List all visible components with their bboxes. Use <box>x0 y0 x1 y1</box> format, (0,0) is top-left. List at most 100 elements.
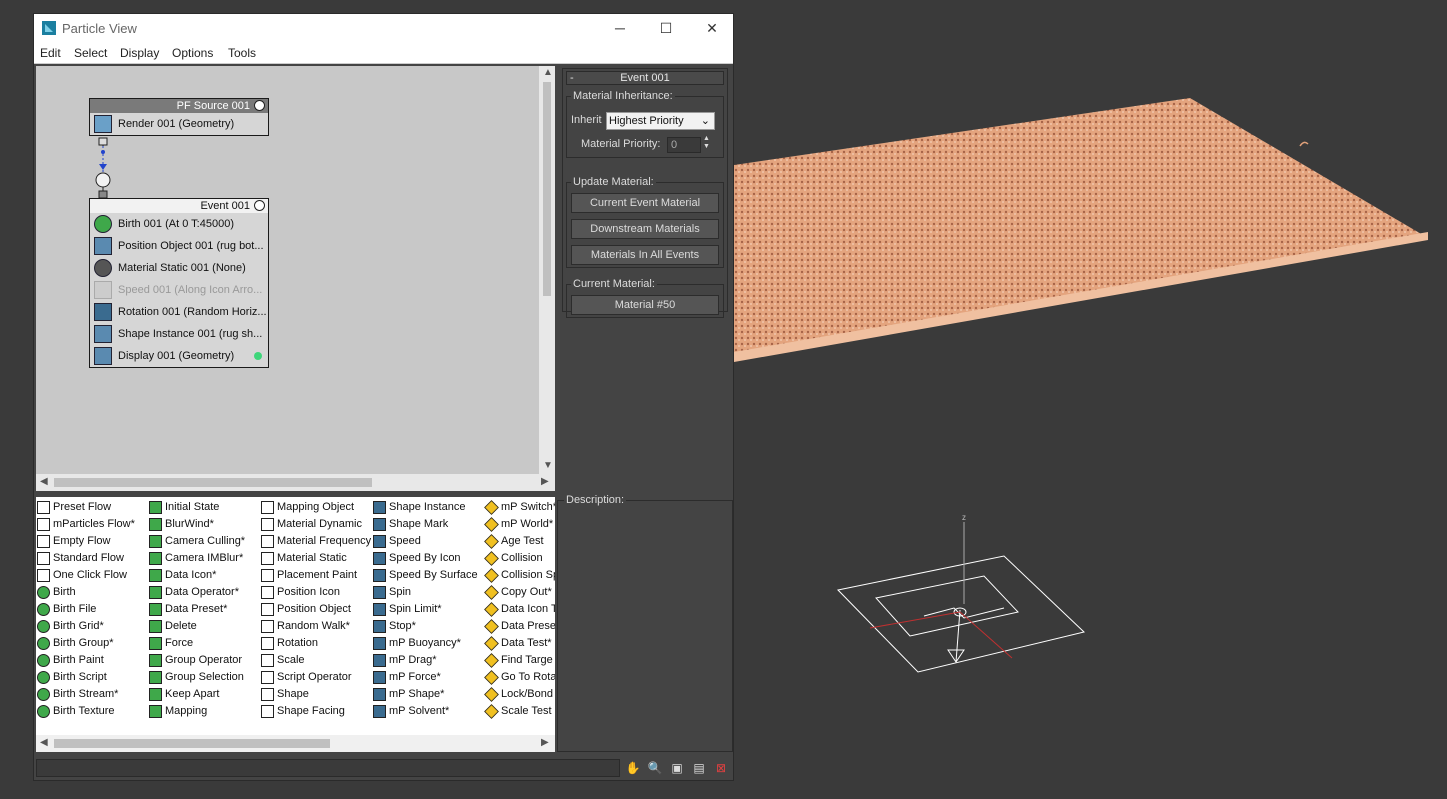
depot-item[interactable]: Placement Paint <box>260 567 371 584</box>
maximize-button[interactable]: ☐ <box>643 14 689 44</box>
depot-item[interactable]: Force <box>148 635 245 652</box>
scroll-left-arrow-icon[interactable]: ◀ <box>40 476 48 487</box>
depot-item[interactable]: Group Selection <box>148 669 245 686</box>
depot-item[interactable]: Collision <box>484 550 555 567</box>
depot-item[interactable]: Random Walk* <box>260 618 371 635</box>
operator-shape-instance[interactable]: Shape Instance 001 (rug sh... <box>90 323 268 345</box>
zoom-icon[interactable]: 🔍 <box>646 760 664 776</box>
operator-position-object[interactable]: Position Object 001 (rug bot... <box>90 235 268 257</box>
depot-item[interactable]: Delete <box>148 618 245 635</box>
scroll-up-arrow-icon[interactable]: ▲ <box>543 67 553 78</box>
depot-item[interactable]: Mapping <box>148 703 245 720</box>
downstream-materials-button[interactable]: Downstream Materials <box>571 219 719 239</box>
depot-item[interactable]: Speed By Surface <box>372 567 478 584</box>
depot-item[interactable]: Collision Sp <box>484 567 555 584</box>
current-material-button[interactable]: Material #50 <box>571 295 719 315</box>
depot-item[interactable]: Scale <box>260 652 371 669</box>
depot-item[interactable]: mP Force* <box>372 669 478 686</box>
viewport[interactable]: z <box>734 0 1447 796</box>
menu-display[interactable]: Display <box>120 46 159 60</box>
lightbulb-icon[interactable] <box>254 100 265 111</box>
depot-item[interactable]: Shape <box>260 686 371 703</box>
lightbulb-icon[interactable] <box>254 200 265 211</box>
depot-item[interactable]: Birth Texture <box>36 703 135 720</box>
operator-render[interactable]: Render 001 (Geometry) <box>90 113 268 135</box>
depot-item[interactable]: mP Buoyancy* <box>372 635 478 652</box>
operator-material-static[interactable]: Material Static 001 (None) <box>90 257 268 279</box>
depot-item[interactable]: mP World* <box>484 516 555 533</box>
pf-source-header[interactable]: PF Source 001 <box>90 99 268 113</box>
depot-item[interactable]: Material Static <box>260 550 371 567</box>
viewport-canvas[interactable]: z <box>734 0 1447 796</box>
particle-graph[interactable]: PF Source 001 Render 001 (Geometry) Even… <box>36 66 539 474</box>
depot-item[interactable]: Scale Test <box>484 703 555 720</box>
depot-item[interactable]: Birth Paint <box>36 652 135 669</box>
depot-item[interactable]: Birth Grid* <box>36 618 135 635</box>
close-button[interactable]: ✕ <box>689 14 735 44</box>
event-header[interactable]: Event 001 <box>90 199 268 213</box>
graph-vertical-scrollbar[interactable]: ▲ ▼ <box>539 66 555 474</box>
depot-item[interactable]: Position Object <box>260 601 371 618</box>
event-rollout-header[interactable]: - Event 001 <box>566 71 724 85</box>
pan-hand-icon[interactable]: ✋ <box>624 760 642 776</box>
depot-item[interactable]: Standard Flow <box>36 550 135 567</box>
graph-horizontal-scrollbar[interactable]: ◀ ▶ <box>36 474 555 491</box>
depot-item[interactable]: mP Solvent* <box>372 703 478 720</box>
operator-birth[interactable]: Birth 001 (At 0 T:45000) <box>90 213 268 235</box>
scroll-right-arrow-icon[interactable]: ▶ <box>541 476 549 487</box>
minimize-button[interactable]: ─ <box>597 14 643 44</box>
depot-item[interactable]: Birth <box>36 584 135 601</box>
depot-item[interactable]: Mapping Object <box>260 499 371 516</box>
depot-item[interactable]: Empty Flow <box>36 533 135 550</box>
depot-item[interactable]: BlurWind* <box>148 516 245 533</box>
depot-item[interactable]: Shape Mark <box>372 516 478 533</box>
scroll-left-arrow-icon[interactable]: ◀ <box>40 737 48 748</box>
depot-item[interactable]: Keep Apart <box>148 686 245 703</box>
depot-item[interactable]: Rotation <box>260 635 371 652</box>
operator-speed[interactable]: Speed 001 (Along Icon Arro... <box>90 279 268 301</box>
depot-item[interactable]: Data Test* <box>484 635 555 652</box>
title-bar[interactable]: Particle View ─ ☐ ✕ <box>34 14 733 44</box>
depot-item[interactable]: Lock/Bond <box>484 686 555 703</box>
zoom-region-icon[interactable]: ▣ <box>668 760 686 776</box>
event-node[interactable]: Event 001 Birth 001 (At 0 T:45000) Posit… <box>89 198 269 368</box>
depot-item[interactable]: Age Test <box>484 533 555 550</box>
zoom-extents-icon[interactable]: ▤ <box>690 760 708 776</box>
scroll-right-arrow-icon[interactable]: ▶ <box>541 737 549 748</box>
depot-item[interactable]: Speed By Icon <box>372 550 478 567</box>
graph-horizontal-thumb[interactable] <box>54 478 372 487</box>
depot-item[interactable]: mP Drag* <box>372 652 478 669</box>
depot-item[interactable]: mParticles Flow* <box>36 516 135 533</box>
depot-item[interactable]: Spin <box>372 584 478 601</box>
depot-item[interactable]: Speed <box>372 533 478 550</box>
depot-item[interactable]: Group Operator <box>148 652 245 669</box>
depot-item[interactable]: One Click Flow <box>36 567 135 584</box>
current-event-material-button[interactable]: Current Event Material <box>571 193 719 213</box>
depot-item[interactable]: Copy Out* <box>484 584 555 601</box>
operator-rotation[interactable]: Rotation 001 (Random Horiz... <box>90 301 268 323</box>
spinner-arrows-icon[interactable]: ▲ ▼ <box>703 135 710 151</box>
pf-source-node[interactable]: PF Source 001 Render 001 (Geometry) <box>89 98 269 136</box>
depot-item[interactable]: Preset Flow <box>36 499 135 516</box>
menu-select[interactable]: Select <box>74 46 107 60</box>
depot-item[interactable]: Spin Limit* <box>372 601 478 618</box>
depot-item[interactable]: Birth Stream* <box>36 686 135 703</box>
depot-item[interactable]: Data Operator* <box>148 584 245 601</box>
depot-item[interactable]: Birth File <box>36 601 135 618</box>
depot-item[interactable]: mP Switch* <box>484 499 555 516</box>
no-zoom-icon[interactable]: ⊠ <box>712 760 730 776</box>
operator-display[interactable]: Display 001 (Geometry) <box>90 345 268 367</box>
depot-item[interactable]: Go To Rota <box>484 669 555 686</box>
depot-item[interactable]: Birth Group* <box>36 635 135 652</box>
depot-item[interactable]: Shape Facing <box>260 703 371 720</box>
depot-item[interactable]: Camera Culling* <box>148 533 245 550</box>
rollout-toggle[interactable]: - <box>570 72 574 84</box>
depot-item[interactable]: Data Preset* <box>148 601 245 618</box>
depot-item[interactable]: Material Dynamic <box>260 516 371 533</box>
depot-item[interactable]: Position Icon <box>260 584 371 601</box>
depot-item[interactable]: Data Icon* <box>148 567 245 584</box>
operator-depot[interactable]: Preset Flow mParticles Flow* Empty Flow Sta… <box>36 497 555 737</box>
depot-item[interactable]: Camera IMBlur* <box>148 550 245 567</box>
depot-item[interactable]: Stop* <box>372 618 478 635</box>
depot-item[interactable]: Script Operator <box>260 669 371 686</box>
